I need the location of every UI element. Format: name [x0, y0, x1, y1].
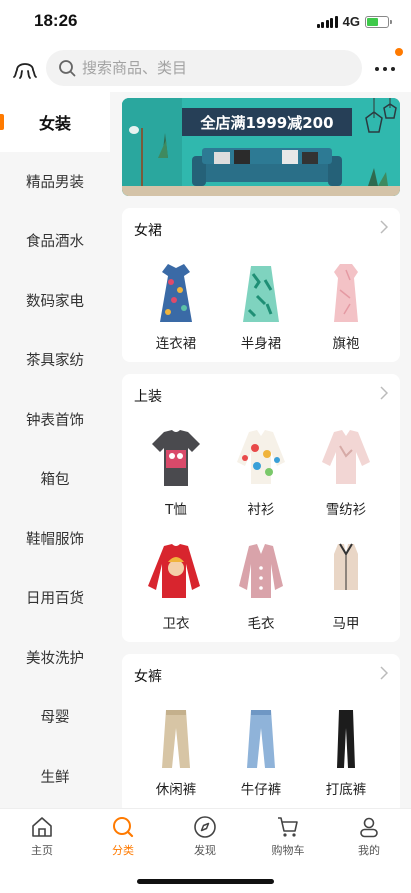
home-indicator — [137, 879, 274, 884]
sidebar-item-tea-textiles[interactable]: 茶具家纺 — [0, 330, 110, 390]
header — [0, 44, 411, 92]
leggings-thumbnail — [337, 710, 355, 768]
section-title: 上装 — [134, 389, 162, 405]
item-label: T恤 — [165, 502, 187, 518]
search-bar[interactable] — [46, 50, 362, 86]
sidebar-item-womens[interactable]: 女装 — [0, 92, 110, 152]
network-type: 4G — [342, 14, 360, 29]
sidebar-item-beauty[interactable]: 美妆洗护 — [0, 628, 110, 688]
vest-thumbnail — [334, 543, 358, 590]
sidebar-item-bags[interactable]: 箱包 — [0, 449, 110, 509]
section-card-tops: 上装 T恤 衬衫 雪纺衫 卫衣 毛衣 马甲 — [122, 374, 400, 642]
section-title: 女裙 — [134, 223, 162, 239]
section-card-skirts: 女裙 连衣裙 半身裙 旗袍 — [122, 208, 400, 362]
tshirt-thumbnail — [152, 430, 200, 486]
section-title: 女裤 — [134, 669, 162, 685]
chiffon-thumbnail — [322, 430, 370, 484]
banner-headline: 全店满1999减200 — [182, 108, 352, 136]
item-label: 牛仔裤 — [240, 782, 282, 798]
status-indicators: 4G — [316, 14, 392, 29]
tab-discover[interactable]: 发现 — [175, 815, 235, 858]
compass-icon — [194, 816, 216, 838]
tab-label: 购物车 — [271, 844, 305, 857]
section-card-pants: 女裤 休闲裤 牛仔裤 打底裤 — [122, 654, 400, 808]
home-icon — [32, 817, 52, 837]
category-item-hoodie[interactable]: 卫衣 — [136, 540, 216, 632]
promo-banner[interactable]: 全店满1999减200 — [122, 98, 400, 196]
sidebar-item-watches-jewelry[interactable]: 钟表首饰 — [0, 390, 110, 450]
tab-label: 主页 — [31, 844, 53, 857]
skirt-thumbnail — [243, 266, 279, 322]
hoodie-thumbnail — [148, 544, 200, 598]
sidebar-item-food-drinks[interactable]: 食品酒水 — [0, 211, 110, 271]
tab-label: 我的 — [358, 844, 380, 857]
casual-pants-thumbnail — [162, 710, 190, 768]
search-input[interactable] — [82, 59, 342, 77]
item-label: 卫衣 — [162, 616, 190, 632]
item-label: 打底裤 — [325, 782, 367, 798]
category-item-sweater[interactable]: 毛衣 — [221, 540, 301, 632]
bottom-tab-bar: 主页 分类 发现 购物车 我的 — [0, 808, 411, 893]
sidebar-item-shoes-hats[interactable]: 鞋帽服饰 — [0, 509, 110, 569]
notification-dot — [395, 48, 403, 56]
sidebar-item-mens[interactable]: 精品男装 — [0, 152, 110, 212]
tab-profile[interactable]: 我的 — [339, 815, 399, 858]
jeans-thumbnail — [247, 710, 275, 768]
tab-cart[interactable]: 购物车 — [258, 815, 318, 858]
item-label: 雪纺衫 — [325, 502, 367, 518]
category-content: 全店满1999减200 女裙 连衣裙 半身裙 旗袍 上装 T恤 衬衫 雪纺衫 卫… — [110, 92, 411, 808]
octopus-logo-icon[interactable] — [12, 56, 38, 80]
tab-home[interactable]: 主页 — [12, 815, 72, 858]
sweater-thumbnail — [239, 544, 283, 598]
category-item-qipao[interactable]: 旗袍 — [306, 260, 386, 352]
search-icon — [59, 60, 76, 77]
category-item-dress[interactable]: 连衣裙 — [136, 260, 216, 352]
sidebar-item-daily-goods[interactable]: 日用百货 — [0, 568, 110, 628]
sidebar-item-digital[interactable]: 数码家电 — [0, 271, 110, 331]
chevron-right-icon[interactable] — [380, 220, 388, 234]
tab-label: 发现 — [194, 844, 216, 857]
item-label: 毛衣 — [247, 616, 275, 632]
category-item-leggings[interactable]: 打底裤 — [306, 706, 386, 798]
chevron-right-icon[interactable] — [380, 386, 388, 400]
category-search-icon — [113, 817, 134, 838]
category-item-skirt[interactable]: 半身裙 — [221, 260, 301, 352]
sidebar-item-baby[interactable]: 母婴 — [0, 687, 110, 747]
category-item-casual-pants[interactable]: 休闲裤 — [136, 706, 216, 798]
category-item-vest[interactable]: 马甲 — [306, 540, 386, 632]
item-label: 衬衫 — [247, 502, 275, 518]
dress-thumbnail — [160, 264, 192, 322]
more-icon[interactable] — [375, 62, 397, 76]
item-label: 旗袍 — [332, 336, 360, 352]
sidebar-item-fresh[interactable]: 生鲜 — [0, 747, 110, 807]
item-label: 休闲裤 — [155, 782, 197, 798]
chevron-right-icon[interactable] — [380, 666, 388, 680]
item-label: 马甲 — [332, 616, 360, 632]
profile-icon — [360, 817, 378, 838]
category-item-chiffon[interactable]: 雪纺衫 — [306, 426, 386, 518]
tab-category[interactable]: 分类 — [93, 815, 153, 858]
qipao-thumbnail — [334, 264, 358, 322]
item-label: 半身裙 — [240, 336, 282, 352]
category-item-shirt[interactable]: 衬衫 — [221, 426, 301, 518]
tab-label: 分类 — [112, 844, 134, 857]
status-time: 18:26 — [34, 11, 78, 30]
category-item-tshirt[interactable]: T恤 — [136, 426, 216, 518]
battery-icon — [365, 15, 392, 28]
cart-icon — [278, 817, 298, 837]
status-bar: 18:26 4G — [0, 0, 411, 44]
shirt-thumbnail — [237, 430, 285, 484]
category-item-jeans[interactable]: 牛仔裤 — [221, 706, 301, 798]
signal-icon — [316, 15, 338, 28]
item-label: 连衣裙 — [155, 336, 197, 352]
category-sidebar: 女装 精品男装 食品酒水 数码家电 茶具家纺 钟表首饰 箱包 鞋帽服饰 日用百货… — [0, 92, 110, 808]
